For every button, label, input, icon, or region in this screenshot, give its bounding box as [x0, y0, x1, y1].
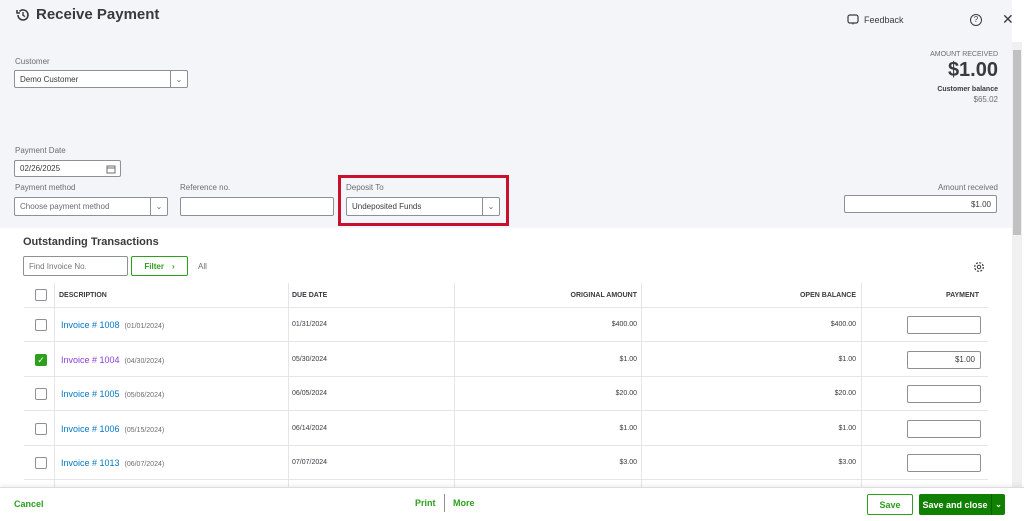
payment-method-placeholder: Choose payment method — [20, 202, 110, 211]
reference-input[interactable] — [180, 197, 334, 216]
amount-received-value: $1.00 — [970, 199, 991, 209]
feedback-label: Feedback — [864, 15, 904, 25]
feedback-icon — [847, 14, 859, 25]
customer-select[interactable]: Demo Customer ⌄ — [14, 70, 188, 88]
find-invoice-input[interactable] — [23, 256, 128, 276]
footer-divider — [444, 494, 445, 512]
invoice-link[interactable]: Invoice # 1005 — [61, 389, 120, 399]
feedback-button[interactable]: Feedback — [847, 14, 904, 26]
chevron-down-icon[interactable]: ⌄ — [992, 494, 1005, 515]
invoice-date: (04/30/2024) — [124, 357, 165, 365]
all-filter-link[interactable]: All — [198, 262, 207, 271]
deposit-to-select[interactable]: Undeposited Funds ⌄ — [346, 197, 500, 216]
original-amount: $400.00 — [611, 321, 637, 328]
original-amount: $1.00 — [619, 355, 637, 363]
filter-button[interactable]: Filter › — [131, 256, 188, 276]
customer-balance-label: Customer balance — [937, 86, 998, 93]
page-title: Receive Payment — [36, 6, 160, 23]
due-date: 01/31/2024 — [292, 321, 328, 328]
cancel-button[interactable]: Cancel — [14, 499, 44, 509]
save-button[interactable]: Save — [867, 494, 913, 515]
save-and-close-label: Save and close — [919, 494, 992, 515]
payment-date-value: 02/26/2025 — [20, 164, 61, 173]
filter-label: Filter — [144, 261, 164, 271]
payment-date-input[interactable]: 02/26/2025 — [14, 160, 121, 177]
invoice-link[interactable]: Invoice # 1008 — [61, 320, 120, 330]
due-date: 05/30/2024 — [292, 355, 328, 363]
select-all-checkbox[interactable] — [35, 289, 47, 301]
deposit-to-label: Deposit To — [346, 183, 384, 192]
table-row: Invoice # 1006 (05/15/2024) 06/14/2024 $… — [24, 412, 988, 446]
payment-date-label: Payment Date — [15, 146, 66, 155]
amount-received-field-label: Amount received — [937, 183, 998, 192]
due-date: 06/14/2024 — [292, 424, 328, 432]
chevron-down-icon: ⌄ — [150, 198, 167, 215]
column-header-payment: PAYMENT — [945, 292, 979, 299]
column-header-due-date: DUE DATE — [292, 292, 328, 299]
invoice-link[interactable]: Invoice # 1004 — [61, 355, 120, 365]
table-row: Invoice # 1013 (06/07/2024) 07/07/2024 $… — [24, 446, 988, 480]
open-balance: $1.00 — [838, 355, 856, 363]
invoice-date: (05/06/2024) — [124, 392, 165, 399]
invoice-date: (01/01/2024) — [124, 323, 165, 330]
payment-method-select[interactable]: Choose payment method ⌄ — [14, 197, 168, 216]
amount-received-total: $1.00 — [947, 59, 998, 81]
customer-balance: $65.02 — [973, 95, 998, 104]
payment-input[interactable] — [907, 316, 981, 334]
row-checkbox[interactable]: ✓ — [35, 353, 47, 366]
invoice-date: (05/15/2024) — [124, 426, 165, 434]
payment-input[interactable] — [907, 385, 981, 403]
more-button[interactable]: More — [453, 498, 475, 508]
payment-input[interactable]: $1.00 — [907, 350, 981, 369]
help-icon[interactable]: ? — [970, 14, 982, 26]
invoice-date: (06/07/2024) — [124, 461, 165, 468]
chevron-down-icon: ⌄ — [170, 71, 187, 87]
payment-input[interactable] — [907, 454, 981, 472]
original-amount: $1.00 — [619, 424, 637, 432]
gear-icon[interactable] — [973, 261, 985, 273]
table-row: Invoice # 1008 (01/01/2024) 01/31/2024 $… — [24, 308, 988, 342]
payment-method-label: Payment method — [15, 183, 76, 192]
invoice-link[interactable]: Invoice # 1013 — [61, 458, 120, 468]
original-amount: $20.00 — [615, 390, 637, 397]
chevron-right-icon: › — [171, 261, 175, 271]
due-date: 06/05/2024 — [292, 390, 328, 397]
column-header-open-balance: OPEN BALANCE — [799, 292, 856, 299]
amount-received-input[interactable]: $1.00 — [844, 195, 997, 213]
table-row: Invoice # 1005 (05/06/2024) 06/05/2024 $… — [24, 377, 988, 411]
print-button[interactable]: Print — [415, 498, 436, 508]
outstanding-title: Outstanding Transactions — [23, 236, 159, 248]
customer-value: Demo Customer — [20, 74, 79, 84]
row-checkbox[interactable] — [35, 457, 47, 469]
save-and-close-button[interactable]: Save and close ⌄ — [919, 494, 1005, 515]
calendar-icon[interactable] — [106, 164, 116, 174]
chevron-down-icon: ⌄ — [482, 198, 499, 215]
table-row: ✓ Invoice # 1004 (04/30/2024) 05/30/2024… — [24, 343, 988, 377]
scrollbar[interactable] — [1012, 42, 1022, 487]
scrollbar-thumb[interactable] — [1013, 50, 1021, 235]
reference-label: Reference no. — [180, 183, 231, 192]
due-date: 07/07/2024 — [292, 459, 328, 466]
deposit-to-value: Undeposited Funds — [352, 202, 422, 211]
row-checkbox[interactable] — [35, 319, 47, 331]
amount-received-label: AMOUNT RECEIVED — [930, 51, 998, 58]
row-checkbox[interactable] — [35, 388, 47, 400]
open-balance: $1.00 — [838, 424, 856, 432]
original-amount: $3.00 — [619, 459, 637, 466]
page-header: Receive Payment — [15, 6, 159, 23]
customer-label: Customer — [15, 57, 50, 66]
invoice-link[interactable]: Invoice # 1006 — [61, 424, 120, 434]
row-checkbox[interactable] — [35, 422, 47, 435]
open-balance: $400.00 — [830, 321, 856, 328]
column-header-original-amount: ORIGINAL AMOUNT — [570, 292, 638, 299]
amount-summary: AMOUNT RECEIVED $1.00 Customer balance $… — [930, 51, 998, 104]
close-icon[interactable]: ✕ — [1002, 11, 1014, 28]
column-header-description: DESCRIPTION — [59, 292, 107, 299]
open-balance: $3.00 — [838, 459, 856, 466]
history-icon[interactable] — [15, 7, 31, 23]
payment-input[interactable] — [907, 419, 981, 438]
open-balance: $20.00 — [834, 390, 856, 397]
